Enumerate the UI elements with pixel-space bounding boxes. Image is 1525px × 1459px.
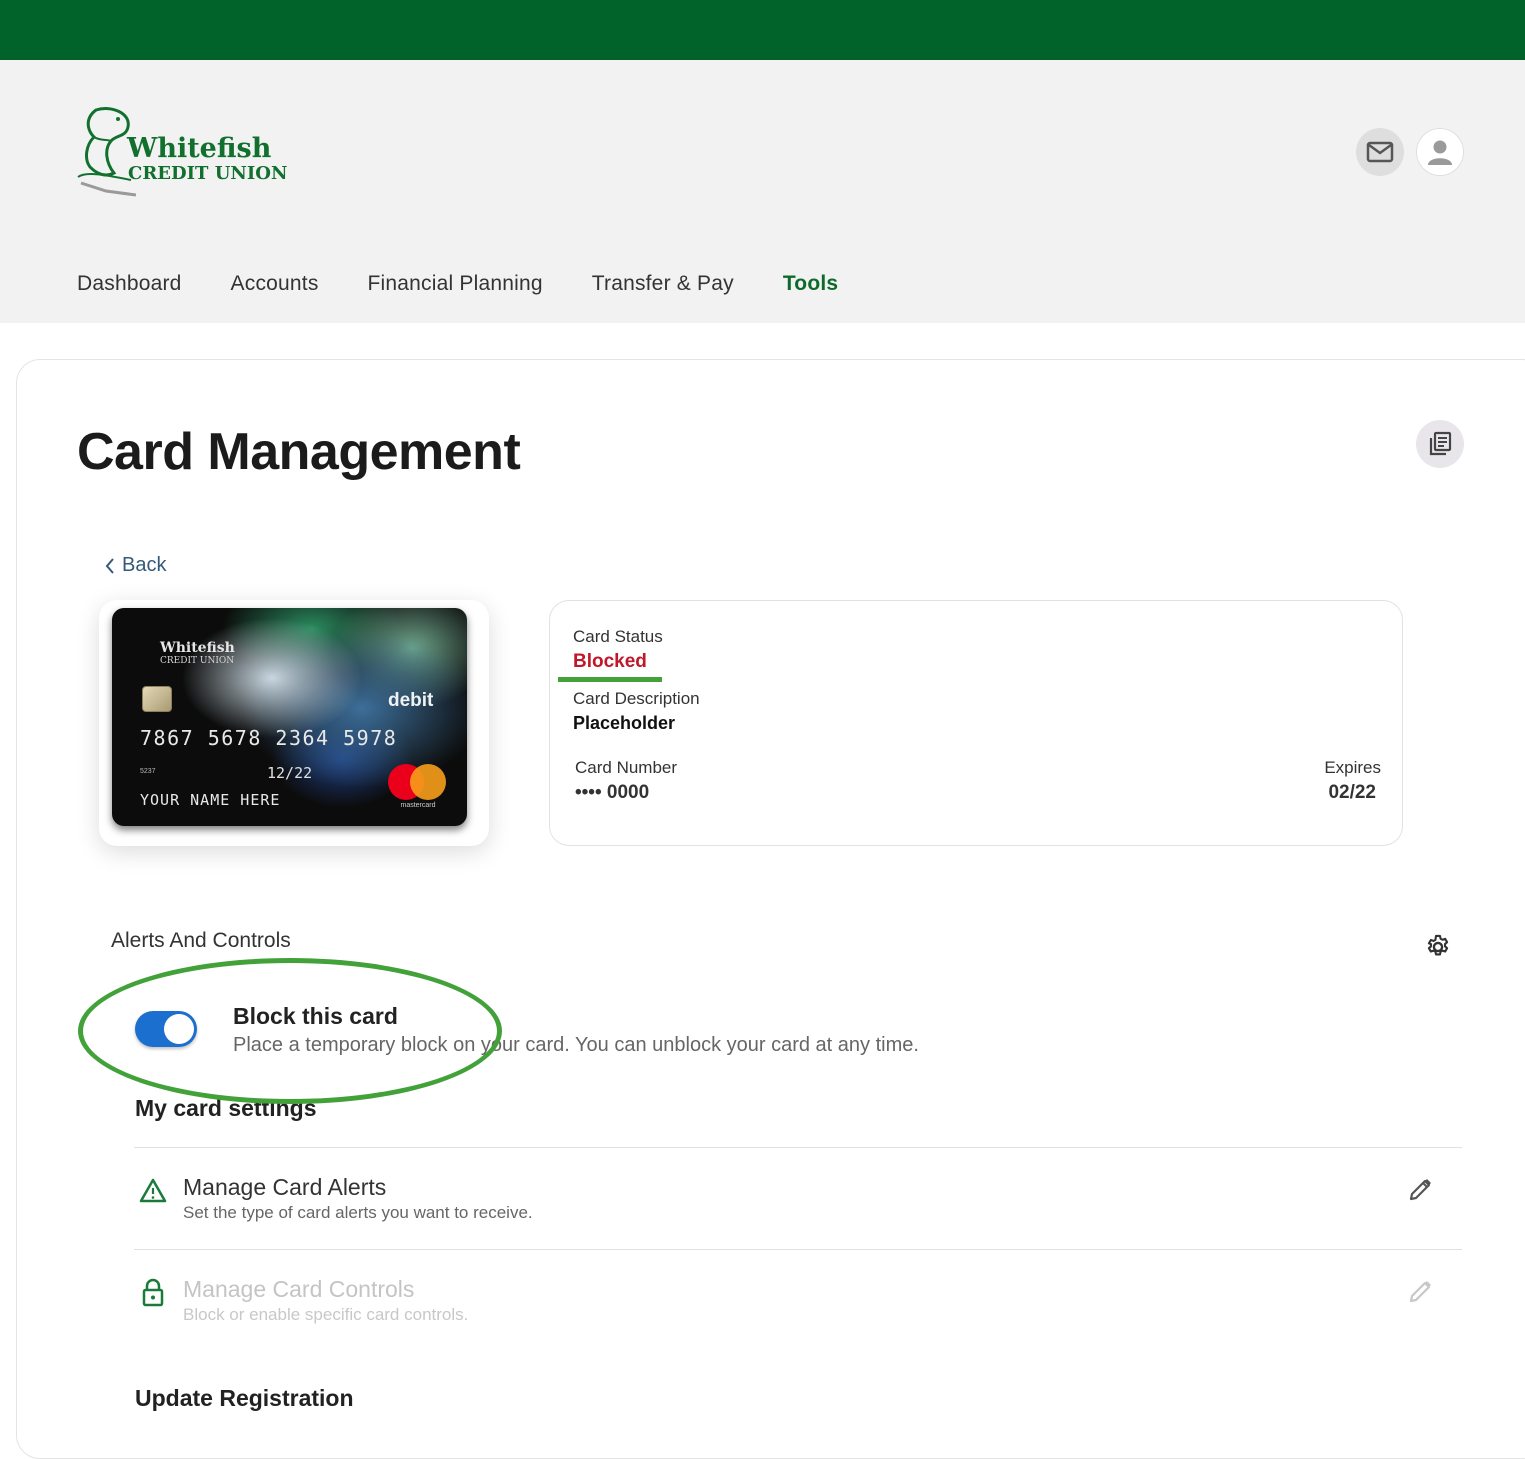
logo-name-line1: Whitefish — [127, 133, 272, 164]
top-brand-bar — [0, 0, 1525, 60]
main-nav: Dashboard Accounts Financial Planning Tr… — [77, 272, 887, 296]
card-holder-name: YOUR NAME HERE — [140, 791, 281, 809]
nav-transfer-pay[interactable]: Transfer & Pay — [592, 272, 734, 296]
toggle-knob — [164, 1014, 194, 1044]
pencil-icon — [1409, 1179, 1431, 1201]
card-description-label: Card Description — [573, 689, 700, 708]
edit-card-alerts-button[interactable] — [1406, 1176, 1434, 1204]
card-status-label: Card Status — [573, 627, 663, 646]
card-issuer-subname: CREDIT UNION — [160, 656, 235, 666]
card-description-value: Placeholder — [573, 713, 676, 733]
logo-name-line2: CREDIT UNION — [128, 163, 288, 184]
whitefish-logo[interactable]: Whitefish CREDIT UNION — [76, 105, 306, 200]
card-chip-icon — [142, 686, 172, 712]
manage-card-controls-link[interactable]: Manage Card Controls — [183, 1276, 414, 1303]
expires-value: 02/22 — [1328, 782, 1376, 803]
nav-tools[interactable]: Tools — [783, 272, 838, 296]
divider — [134, 1147, 1462, 1148]
alerts-controls-title: Alerts And Controls — [111, 929, 291, 952]
block-card-description: Place a temporary block on your card. Yo… — [233, 1034, 919, 1056]
card-number-value: •••• 0000 — [575, 782, 650, 803]
edit-card-controls-button[interactable] — [1406, 1278, 1434, 1306]
expires-label: Expires — [1324, 758, 1381, 777]
back-label: Back — [122, 554, 167, 576]
card-info-panel: Card Status Blocked Card Description Pla… — [549, 600, 1403, 846]
user-avatar-icon — [1428, 140, 1452, 165]
mail-icon — [1366, 141, 1394, 163]
card-number-label: Card Number — [575, 758, 678, 777]
profile-avatar-button[interactable] — [1416, 128, 1464, 176]
warning-triangle-icon — [139, 1177, 167, 1205]
documents-button[interactable] — [1416, 420, 1464, 468]
nav-financial-planning[interactable]: Financial Planning — [368, 272, 543, 296]
status-highlight-underline — [558, 677, 662, 682]
my-card-settings-title: My card settings — [135, 1095, 317, 1121]
divider — [134, 1249, 1462, 1250]
debit-card-image: Whitefish CREDIT UNION debit 7867 5678 2… — [112, 608, 467, 826]
card-status-value: Blocked — [573, 651, 647, 672]
chevron-left-icon — [105, 557, 114, 574]
card-network-label: mastercard — [400, 802, 436, 809]
card-issuer-name: Whitefish — [160, 640, 235, 656]
documents-icon — [1429, 431, 1452, 456]
block-card-title: Block this card — [233, 1003, 398, 1029]
messages-button[interactable] — [1356, 128, 1404, 176]
card-image-container: Whitefish CREDIT UNION debit 7867 5678 2… — [99, 600, 489, 846]
page-title: Card Management — [77, 423, 521, 481]
pencil-icon — [1409, 1281, 1431, 1303]
nav-dashboard[interactable]: Dashboard — [77, 272, 182, 296]
manage-card-controls-description: Block or enable specific card controls. — [183, 1305, 469, 1324]
settings-button[interactable] — [1424, 933, 1452, 961]
manage-card-alerts-link[interactable]: Manage Card Alerts — [183, 1174, 386, 1201]
card-valid-thru: 12/22 — [267, 764, 313, 782]
card-small-code: 5237 — [140, 768, 156, 775]
mastercard-logo-icon — [388, 764, 448, 802]
back-link[interactable]: Back — [104, 554, 166, 577]
nav-accounts[interactable]: Accounts — [231, 272, 319, 296]
gear-icon — [1427, 934, 1449, 956]
card-image-number: 7867 5678 2364 5978 — [140, 726, 398, 750]
card-type-label: debit — [388, 690, 434, 711]
block-card-toggle[interactable] — [135, 1011, 197, 1047]
manage-card-alerts-description: Set the type of card alerts you want to … — [183, 1203, 533, 1222]
update-registration-title: Update Registration — [135, 1385, 354, 1411]
lock-icon — [139, 1278, 167, 1307]
